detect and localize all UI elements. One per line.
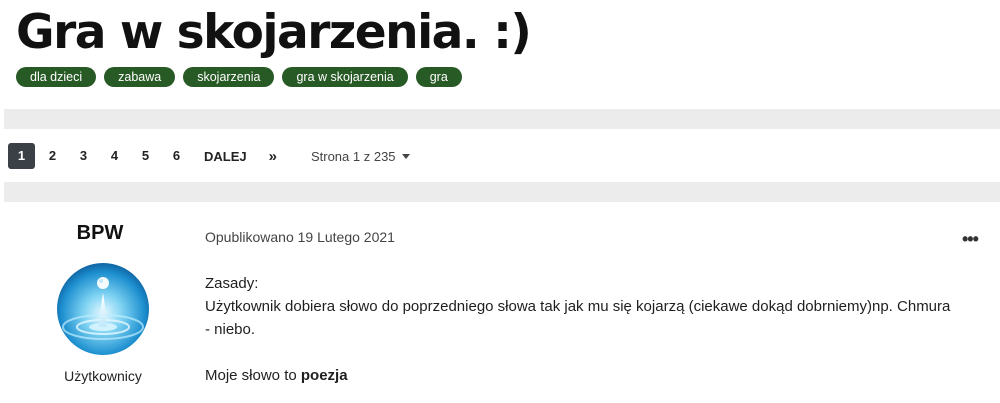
divider-band-top [4,109,1000,129]
tag-list: dla dzieci zabawa skojarzenia gra w skoj… [16,67,462,87]
page-jump-dropdown[interactable]: Strona 1 z 235 [311,149,410,164]
last-page-button[interactable]: » [269,148,277,165]
page-3-button[interactable]: 3 [70,143,97,169]
tag-dla-dzieci[interactable]: dla dzieci [16,67,97,87]
post-options-button[interactable]: ••• [962,229,979,250]
page-1-button[interactable]: 1 [8,143,35,169]
page-info-label: Strona 1 z 235 [310,148,396,164]
post-text-line: Moje słowo to poezja [205,364,995,387]
post-author-role: Użytkownicy [64,368,142,384]
chosen-word: poezja [300,367,348,384]
tag-gra[interactable]: gra [415,67,462,87]
caret-down-icon [401,154,410,159]
tag-skojarzenia[interactable]: skojarzenia [183,67,275,87]
divider-band-bottom [4,182,1000,202]
post-text-line: Użytkownik dobiera słowo do poprzedniego… [205,298,951,315]
page-5-button[interactable]: 5 [132,143,159,169]
post-author-name[interactable]: BPW [0,222,200,245]
pagination: 1 2 3 4 5 6 DALEJ » Strona 1 z 235 [8,143,410,169]
post-content: Zasady: Użytkownik dobiera słowo do popr… [205,272,995,387]
tag-zabawa[interactable]: zabawa [104,67,176,87]
next-page-button[interactable]: DALEJ [204,149,247,164]
word-prefix: Moje słowo to [205,367,301,384]
water-drop-icon [57,263,149,355]
topic-title: Gra w skojarzenia. :) [16,5,532,60]
post-date[interactable]: Opublikowano 19 Lutego 2021 [205,229,395,245]
page-4-button[interactable]: 4 [101,143,128,169]
post-text-line: Zasady: [205,275,259,292]
avatar[interactable] [57,263,149,355]
post-text-line: - niebo. [205,321,256,338]
page-2-button[interactable]: 2 [39,143,66,169]
tag-gra-w-skojarzenia[interactable]: gra w skojarzenia [282,67,408,87]
page-6-button[interactable]: 6 [163,143,190,169]
